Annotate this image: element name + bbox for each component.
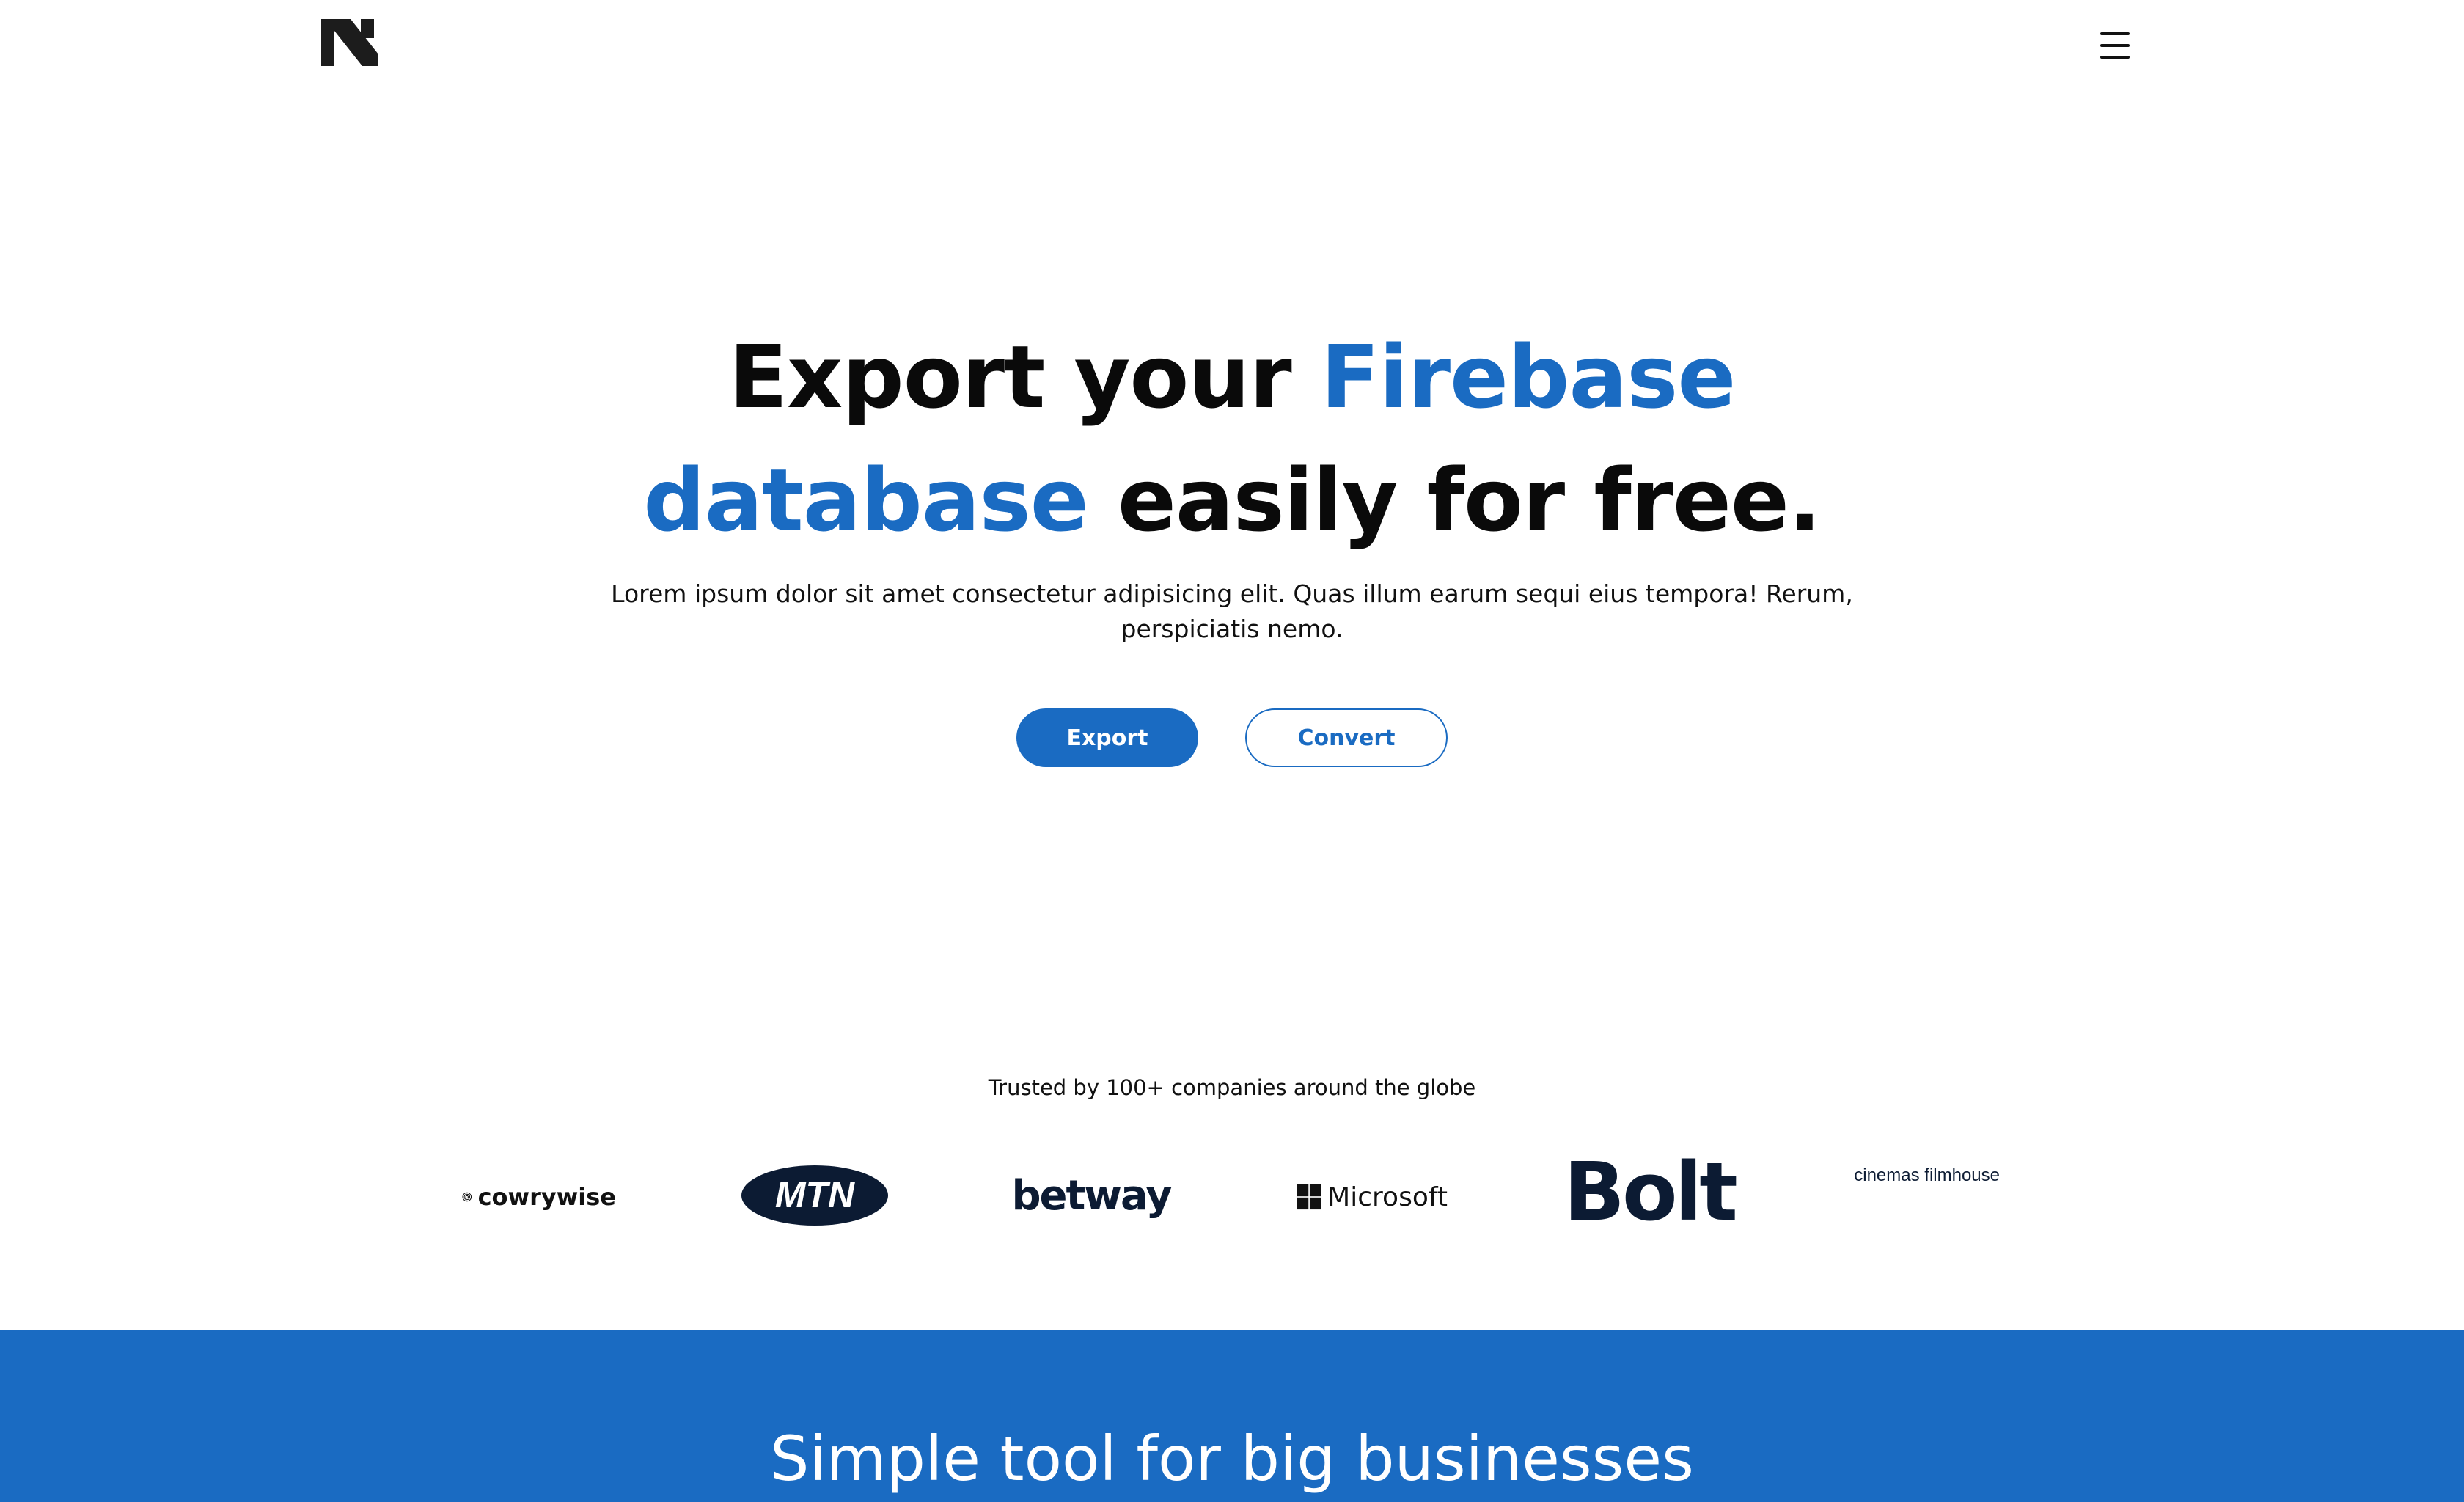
- hero-title-accent: Firebase: [1320, 326, 1737, 428]
- features-section: Simple tool for big businesses: [0, 1330, 2464, 1502]
- trusted-by-text: Trusted by 100+ companies around the glo…: [988, 1075, 1476, 1100]
- cowrywise-logo: cowrywise: [462, 1176, 616, 1217]
- hero-description: Lorem ipsum dolor sit amet consectetur a…: [611, 579, 1853, 643]
- mtn-logo: MTN: [739, 1163, 890, 1228]
- cowrywise-logo-text: cowrywise: [477, 1183, 616, 1211]
- filmhouse-logo: cinemas filmhouse: [1848, 1165, 2005, 1226]
- convert-button[interactable]: Convert: [1245, 708, 1448, 767]
- export-button[interactable]: Export: [1016, 708, 1198, 767]
- betway-logo: betway: [1011, 1171, 1172, 1220]
- features-title: Simple tool for big businesses: [770, 1423, 1694, 1495]
- hero-title-part: easily for free.: [1088, 450, 1822, 551]
- navbar: [0, 0, 2464, 88]
- microsoft-logo: Microsoft: [1297, 1176, 1448, 1217]
- bolt-logo: Bolt: [1563, 1145, 1738, 1239]
- mtn-logo-text: MTN: [775, 1174, 855, 1215]
- hero-title: Export your Firebase database easily for…: [425, 315, 2039, 562]
- company-logos: cowrywise MTN betway Microsoft Bolt cine…: [0, 1144, 2464, 1247]
- brand-logo[interactable]: [321, 19, 378, 66]
- hero-title-part: Export your: [728, 326, 1321, 428]
- microsoft-logo-text: Microsoft: [1327, 1182, 1448, 1212]
- hero-title-accent: database: [643, 450, 1088, 551]
- hamburger-menu-icon[interactable]: [2099, 31, 2131, 60]
- filmhouse-logo-text: cinemas filmhouse: [1854, 1165, 2000, 1185]
